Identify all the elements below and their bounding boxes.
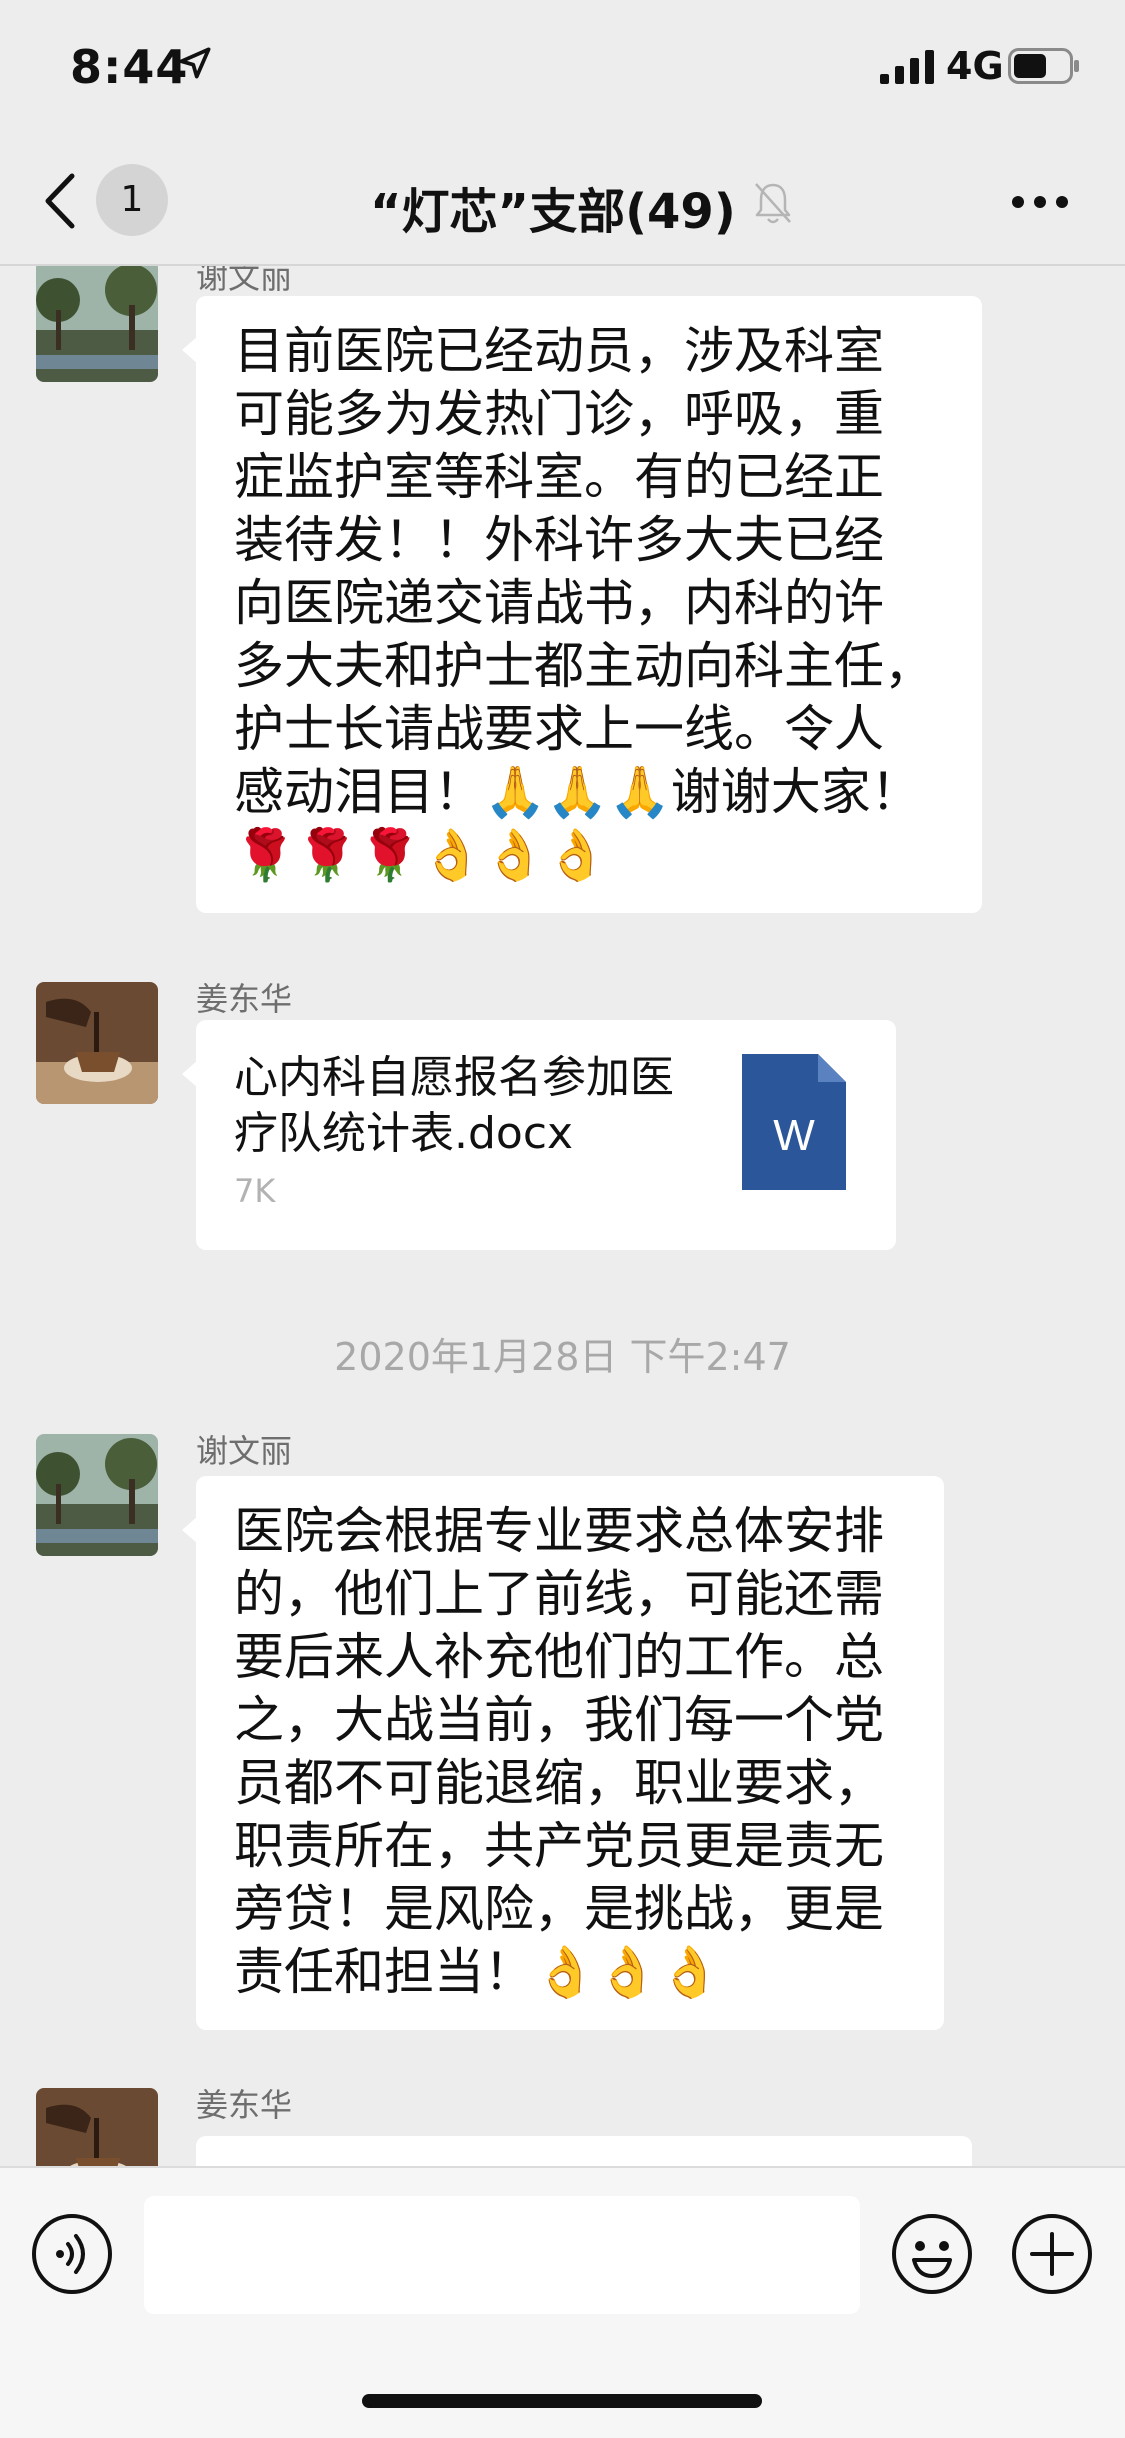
message-bubble[interactable]: 目前医院已经动员，涉及科室 可能多为发热门诊，呼吸，重 症监护室等科室。有的已经… bbox=[182, 296, 982, 913]
garden-avatar-image bbox=[36, 266, 158, 382]
location-arrow-icon bbox=[179, 47, 211, 79]
chevron-left-icon[interactable] bbox=[38, 170, 82, 232]
unread-count-badge[interactable]: 1 bbox=[96, 164, 168, 236]
network-type: 4G bbox=[946, 44, 1004, 88]
signal-bars-icon bbox=[880, 50, 934, 84]
sender-name: 姜东华 bbox=[196, 980, 293, 1018]
sender-name: 谢文丽 bbox=[196, 266, 293, 296]
file-name: 心内科自愿报名参加医疗队统计表.docx bbox=[234, 1052, 674, 1159]
status-bar: 8:44 4G bbox=[0, 0, 1125, 140]
message-list[interactable]: 谢文丽 目前医院已经动员，涉及科室 可能多为发热门诊，呼吸，重 症监护室等科室。… bbox=[0, 266, 1125, 2166]
voice-icon[interactable] bbox=[30, 2212, 114, 2296]
avatar[interactable] bbox=[36, 982, 158, 1104]
battery-icon bbox=[1008, 48, 1079, 84]
message-text: 目前医院已经动员，涉及科室 可能多为发热门诊，呼吸，重 症监护室等科室。有的已经… bbox=[234, 322, 934, 884]
input-bar bbox=[0, 2166, 1125, 2438]
more-dots-icon[interactable] bbox=[1010, 194, 1070, 210]
message-text: 医院会根据专业要求总体安排 的，他们上了前线，可能还需 要后来人补充他们的工作。… bbox=[234, 1502, 884, 2001]
word-document-icon: W bbox=[742, 1054, 846, 1190]
chat-title: “灯芯”支部(49) bbox=[370, 184, 736, 240]
emoji-icon[interactable] bbox=[890, 2212, 974, 2296]
message-text bbox=[196, 2136, 972, 2166]
message-input[interactable] bbox=[144, 2196, 860, 2314]
avatar[interactable] bbox=[36, 2088, 158, 2166]
chat-header: 1 “灯芯”支部(49) bbox=[0, 140, 1125, 266]
word-document-letter: W bbox=[773, 1111, 815, 1160]
muted-bell-icon bbox=[755, 183, 791, 224]
coffee-avatar-image bbox=[36, 982, 158, 1104]
avatar[interactable] bbox=[36, 266, 158, 382]
status-time: 8:44 bbox=[70, 40, 189, 94]
home-indicator[interactable] bbox=[362, 2394, 762, 2408]
file-size: 7K bbox=[234, 1172, 276, 1210]
sender-name: 姜东华 bbox=[196, 2086, 293, 2124]
file-message-bubble[interactable]: 心内科自愿报名参加医疗队统计表.docx 7K W bbox=[182, 1020, 896, 1250]
message-bubble[interactable] bbox=[196, 2136, 972, 2166]
plus-icon[interactable] bbox=[1010, 2212, 1094, 2296]
timestamp-divider: 2020年1月28日 下午2:47 bbox=[334, 1335, 791, 1379]
message-bubble[interactable]: 医院会根据专业要求总体安排 的，他们上了前线，可能还需 要后来人补充他们的工作。… bbox=[182, 1476, 944, 2030]
sender-name: 谢文丽 bbox=[196, 1432, 293, 1470]
avatar[interactable] bbox=[36, 1434, 158, 1556]
garden-avatar-image bbox=[36, 1434, 158, 1556]
coffee-avatar-image bbox=[36, 2088, 158, 2166]
